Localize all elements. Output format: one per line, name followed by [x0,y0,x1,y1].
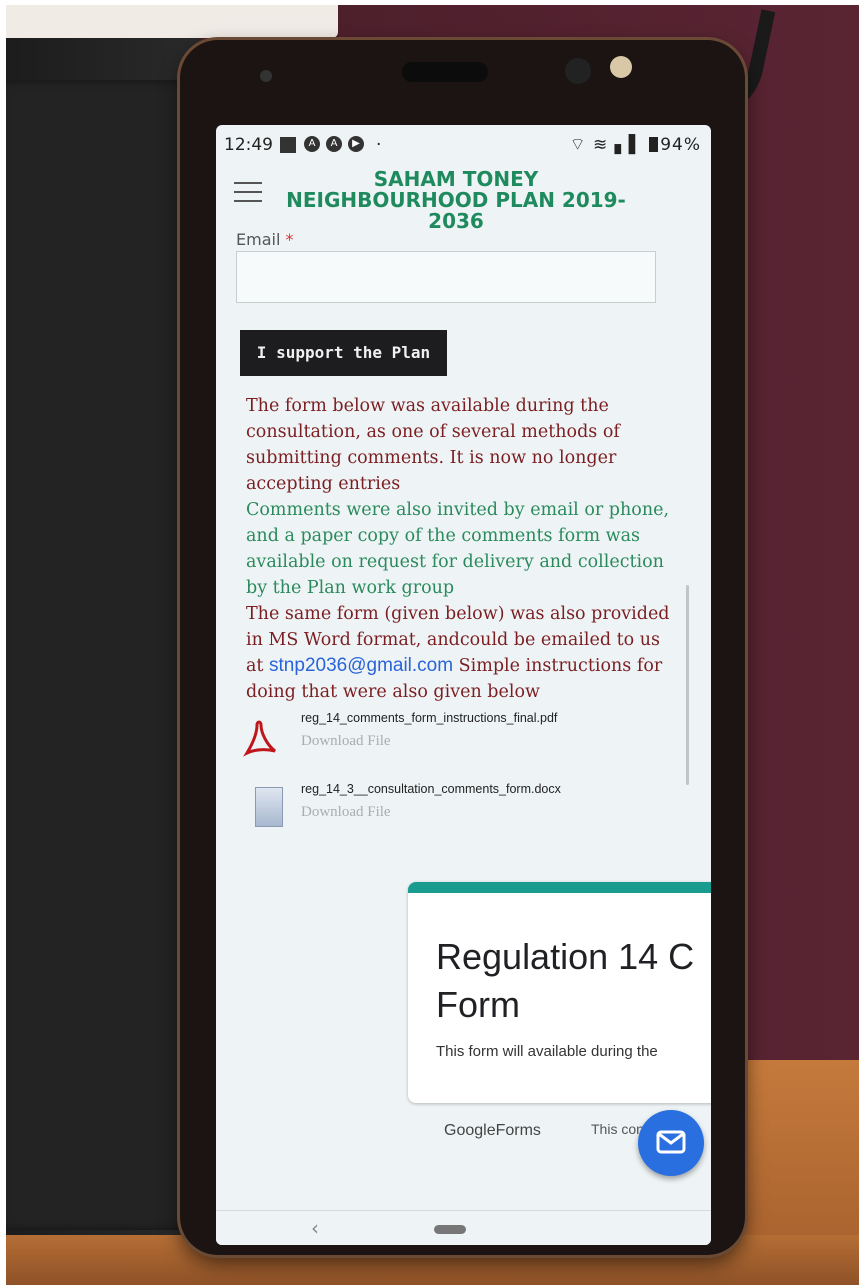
doc-icon [255,787,283,827]
phone: 12:49 A A ▶ · ⌔ ≋ ▖▌ 94% SAHAM TONEY NEI… [180,40,745,1255]
google-forms-logo[interactable]: GoogleForms [444,1122,541,1140]
battery-icon [649,137,659,152]
site-title-line: NEIGHBOURHOOD PLAN 2019- [286,188,626,212]
site-title-line: SAHAM TONEY [373,167,539,191]
required-mark: * [285,230,294,249]
file-name[interactable]: reg_14_3__consultation_comments_form.doc… [301,782,561,796]
dot-icon: · [376,135,382,155]
paragraph-form-closed: The form below was available during the … [246,396,620,494]
google-form-subtitle: This form will available during the [436,1043,658,1060]
wifi-icon: ⌔ ≋ ▖▌ [569,135,643,155]
download-link[interactable]: Download File [301,804,391,821]
email-field[interactable] [236,251,656,303]
email-label-text: Email [236,230,281,249]
pdf-icon [243,720,276,757]
phone-screen: 12:49 A A ▶ · ⌔ ≋ ▖▌ 94% SAHAM TONEY NEI… [216,125,711,1245]
android-nav-bar: ‹ [216,1210,711,1245]
status-right: ⌔ ≋ ▖▌ 94% [570,134,701,155]
front-camera [565,58,591,84]
mail-icon [656,1130,686,1154]
home-pill-icon[interactable] [434,1225,466,1234]
google-form-title-line: Form [436,984,520,1025]
light-sensor [610,56,632,78]
download-link[interactable]: Download File [301,733,391,750]
file-name[interactable]: reg_14_comments_form_instructions_final.… [301,711,557,725]
play-icon: ▶ [348,136,364,152]
status-bar: 12:49 A A ▶ · ⌔ ≋ ▖▌ 94% [216,125,711,161]
status-time: 12:49 [224,135,273,155]
menu-icon[interactable] [234,182,262,202]
paragraph-word-format: The same form (given below) was also pro… [246,601,676,705]
circle-a-icon: A [304,136,320,152]
earpiece [402,62,488,82]
square-icon [280,137,296,153]
back-icon[interactable]: ‹ [311,1216,319,1240]
google-form-card: Regulation 14 C Form This form will avai… [408,882,711,1103]
site-title-line: 2036 [428,209,484,233]
google-form-title-line: Regulation 14 C [436,936,695,977]
google-form-title: Regulation 14 C Form [436,933,694,1029]
scrollbar[interactable] [686,585,689,785]
email-fab-button[interactable] [638,1110,704,1176]
site-title[interactable]: SAHAM TONEY NEIGHBOURHOOD PLAN 2019- 203… [271,169,641,232]
circle-a-icon: A [326,136,342,152]
support-plan-button[interactable]: I support the Plan [240,330,447,376]
paragraph-comments-invited: Comments were also invited by email or p… [246,500,670,598]
google-forms-footer-text: This con [591,1121,644,1137]
email-label: Email * [236,230,293,249]
email-link[interactable]: stnp2036@gmail.com [269,655,453,676]
paper-strip [6,5,338,38]
sensor [260,70,272,82]
battery-level: 94% [660,135,701,155]
